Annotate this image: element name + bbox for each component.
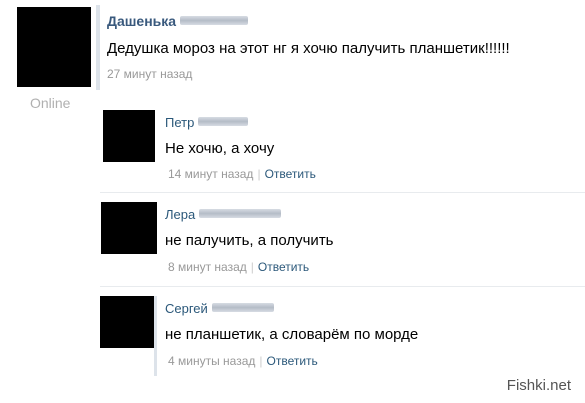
comment-text: не планшетик, а словарём по морде [165, 326, 419, 343]
blurred-surname [198, 117, 249, 126]
post-timestamp[interactable]: 27 минут назад [107, 67, 192, 81]
comment-thread-line [154, 296, 157, 376]
comment-author-name[interactable]: Лера [165, 207, 195, 222]
comment-text: Не хочю, а хочу [165, 140, 275, 157]
meta-separator: | [259, 354, 263, 368]
blurred-surname [180, 16, 249, 25]
post-author[interactable]: Дашенька [107, 13, 249, 29]
watermark: Fishki.net [506, 377, 571, 394]
reply-link[interactable]: Ответить [265, 167, 316, 181]
comment-avatar[interactable] [101, 202, 157, 254]
post-author-name[interactable]: Дашенька [107, 13, 176, 29]
post-text: Дедушка мороз на этот нг я хочю палучить… [107, 40, 510, 57]
comment-divider [100, 192, 585, 193]
post-thread-line [96, 5, 100, 90]
comment-divider [100, 286, 585, 287]
comment-author[interactable]: Лера [165, 207, 282, 222]
comment-timestamp[interactable]: 14 минут назад [168, 167, 253, 181]
comment-avatar[interactable] [103, 110, 155, 162]
online-status: Online [30, 95, 71, 111]
comment-meta: 8 минут назад | Ответить [168, 260, 309, 274]
meta-separator: | [257, 167, 261, 181]
comment-timestamp[interactable]: 8 минут назад [168, 260, 247, 274]
comment-author[interactable]: Петр [165, 115, 249, 130]
blurred-surname [211, 303, 274, 312]
comment-meta: 14 минут назад | Ответить [168, 167, 316, 181]
comment-text: не палучить, а получить [165, 232, 334, 249]
comment-author[interactable]: Сергей [165, 301, 274, 316]
meta-separator: | [250, 260, 254, 274]
comment-meta: 4 минуты назад | Ответить [168, 354, 318, 368]
post-avatar[interactable] [17, 7, 91, 87]
comment-timestamp[interactable]: 4 минуты назад [168, 354, 255, 368]
comment-author-name[interactable]: Сергей [165, 301, 208, 316]
reply-link[interactable]: Ответить [267, 354, 318, 368]
comment-avatar[interactable] [100, 296, 154, 348]
comment-author-name[interactable]: Петр [165, 115, 194, 130]
blurred-surname [199, 209, 282, 218]
reply-link[interactable]: Ответить [258, 260, 309, 274]
